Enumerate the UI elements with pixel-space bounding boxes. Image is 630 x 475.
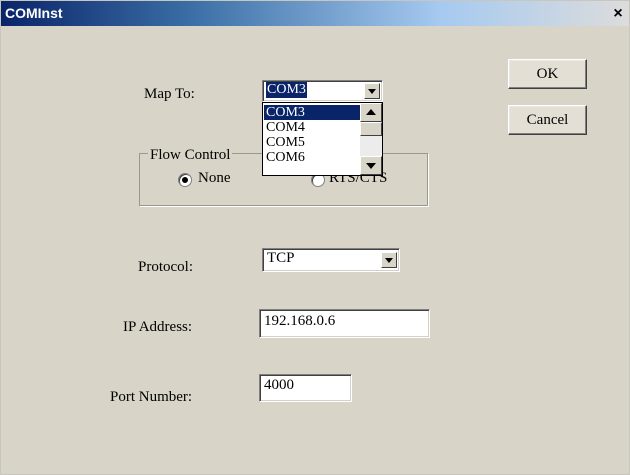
map-to-dropdown-list[interactable]: COM3 COM4 COM5 COM6 — [262, 102, 383, 176]
protocol-select[interactable]: TCP — [262, 248, 400, 272]
ok-button[interactable]: OK — [508, 59, 587, 89]
title-bar[interactable]: COMInst × — [1, 1, 629, 26]
dropdown-scrollbar[interactable] — [360, 103, 382, 175]
list-item[interactable]: COM6 — [264, 150, 361, 165]
map-to-select[interactable]: COM3 — [262, 80, 383, 102]
cancel-button[interactable]: Cancel — [508, 105, 587, 135]
protocol-dropdown-arrow-icon[interactable] — [381, 252, 397, 268]
scroll-up-icon[interactable] — [360, 103, 382, 122]
port-number-label: Port Number: — [110, 389, 193, 405]
port-number-input[interactable]: 4000 — [259, 374, 352, 402]
map-to-label: Map To: — [144, 86, 195, 102]
close-icon: × — [613, 5, 623, 22]
flow-control-title: Flow Control — [148, 147, 233, 164]
map-to-dropdown-arrow-icon[interactable] — [364, 83, 380, 99]
close-button[interactable]: × — [607, 4, 629, 24]
map-to-selected-value: COM3 — [266, 82, 307, 98]
radio-none[interactable] — [178, 173, 192, 187]
scroll-thumb[interactable] — [360, 122, 382, 136]
ip-address-input[interactable]: 192.168.0.6 — [259, 309, 430, 338]
list-item[interactable]: COM5 — [264, 135, 361, 150]
protocol-label: Protocol: — [138, 259, 193, 275]
list-item[interactable]: COM3 — [264, 105, 361, 120]
radio-none-label: None — [198, 170, 231, 186]
list-item[interactable]: COM4 — [264, 120, 361, 135]
window-title: COMInst — [5, 5, 63, 21]
protocol-value: TCP — [267, 250, 295, 266]
ip-address-value: 192.168.0.6 — [264, 313, 336, 329]
ip-address-label: IP Address: — [123, 319, 193, 335]
port-number-value: 4000 — [264, 377, 294, 393]
dialog-window: COMInst × OK Cancel Map To: COM3 Flow Co… — [0, 0, 630, 475]
scroll-down-icon[interactable] — [360, 156, 382, 175]
